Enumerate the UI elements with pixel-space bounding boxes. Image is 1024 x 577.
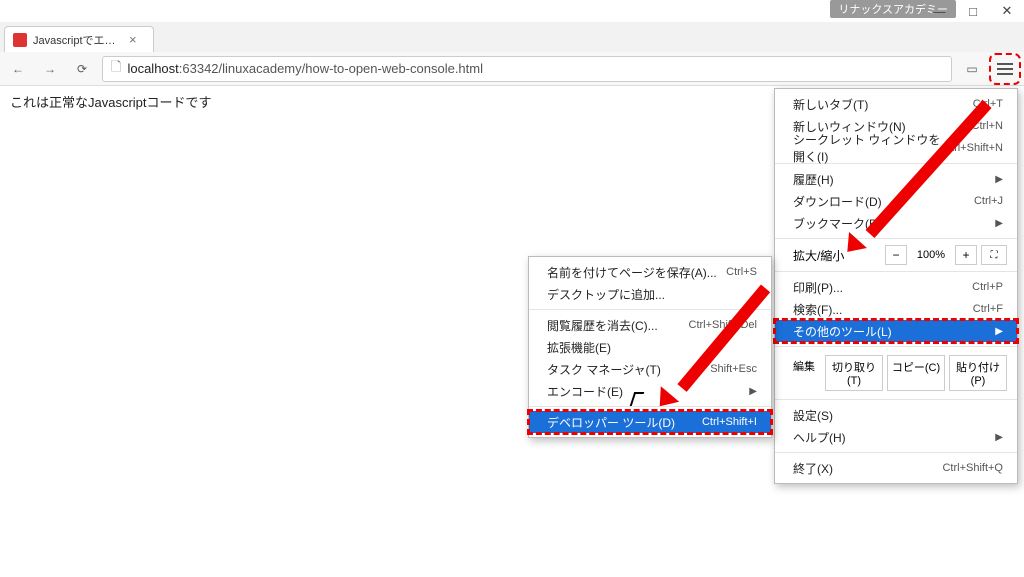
more-tools-submenu: 名前を付けてページを保存(A)...Ctrl+S デスクトップに追加... 閲覧… bbox=[528, 256, 772, 438]
submenu-clear-browsing[interactable]: 閲覧履歴を消去(C)...Ctrl+Shift+Del bbox=[529, 314, 771, 336]
cut-button[interactable]: 切り取り(T) bbox=[825, 355, 883, 391]
menu-bookmarks[interactable]: ブックマーク(B)▶ bbox=[775, 212, 1017, 234]
submenu-task-manager[interactable]: タスク マネージャ(T)Shift+Esc bbox=[529, 358, 771, 380]
url-path: :63342/linuxacademy/how-to-open-web-cons… bbox=[179, 61, 483, 76]
menu-history[interactable]: 履歴(H)▶ bbox=[775, 168, 1017, 190]
hamburger-icon bbox=[997, 68, 1013, 70]
zoom-value: 100% bbox=[911, 249, 951, 261]
menu-exit[interactable]: 終了(X)Ctrl+Shift+Q bbox=[775, 457, 1017, 479]
address-bar[interactable]: 🗋 localhost:63342/linuxacademy/how-to-op… bbox=[102, 56, 952, 82]
copy-button[interactable]: コピー(C) bbox=[887, 355, 945, 391]
fullscreen-button[interactable]: ⛶ bbox=[981, 245, 1007, 265]
menu-separator bbox=[529, 309, 771, 310]
zoom-label: 拡大/縮小 bbox=[793, 247, 881, 264]
menu-new-tab[interactable]: 新しいタブ(T)Ctrl+T bbox=[775, 93, 1017, 115]
url-host: localhost bbox=[127, 61, 178, 76]
tab-close-button[interactable]: × bbox=[129, 32, 137, 47]
paste-button[interactable]: 貼り付け(P) bbox=[949, 355, 1007, 391]
menu-more-tools[interactable]: その他のツール(L)▶ bbox=[775, 320, 1017, 342]
browser-tab[interactable]: Javascriptでエラーを表示する × bbox=[4, 26, 154, 52]
menu-settings[interactable]: 設定(S) bbox=[775, 404, 1017, 426]
main-menu: 新しいタブ(T)Ctrl+T 新しいウィンドウ(N)Ctrl+N シークレット … bbox=[774, 88, 1018, 484]
minimize-button[interactable]: — bbox=[922, 0, 956, 22]
page-info-icon[interactable]: 🗋 bbox=[111, 58, 121, 80]
tab-strip: Javascriptでエラーを表示する × bbox=[0, 22, 1024, 52]
close-window-button[interactable]: ✕ bbox=[990, 0, 1024, 22]
maximize-button[interactable]: □ bbox=[956, 0, 990, 22]
menu-separator bbox=[775, 238, 1017, 239]
reload-button[interactable]: ⟳ bbox=[70, 57, 94, 81]
submenu-add-desktop[interactable]: デスクトップに追加... bbox=[529, 283, 771, 305]
menu-incognito[interactable]: シークレット ウィンドウを開く(I)Ctrl+Shift+N bbox=[775, 137, 1017, 159]
submenu-save-as[interactable]: 名前を付けてページを保存(A)...Ctrl+S bbox=[529, 261, 771, 283]
browser-toolbar: ← → ⟳ 🗋 localhost:63342/linuxacademy/how… bbox=[0, 52, 1024, 86]
menu-print[interactable]: 印刷(P)...Ctrl+P bbox=[775, 276, 1017, 298]
main-menu-button[interactable] bbox=[992, 56, 1018, 82]
menu-zoom-row: 拡大/縮小 − 100% + ⛶ bbox=[775, 243, 1017, 267]
edit-label: 編集 bbox=[785, 355, 821, 391]
zoom-in-button[interactable]: + bbox=[955, 245, 977, 265]
menu-separator bbox=[775, 452, 1017, 453]
submenu-devtools[interactable]: デベロッパー ツール(D)Ctrl+Shift+I bbox=[529, 411, 771, 433]
menu-separator bbox=[775, 271, 1017, 272]
menu-downloads[interactable]: ダウンロード(D)Ctrl+J bbox=[775, 190, 1017, 212]
zoom-out-button[interactable]: − bbox=[885, 245, 907, 265]
submenu-encoding[interactable]: エンコード(E)▶ bbox=[529, 380, 771, 402]
menu-separator bbox=[775, 346, 1017, 347]
menu-help[interactable]: ヘルプ(H)▶ bbox=[775, 426, 1017, 448]
menu-separator bbox=[529, 406, 771, 407]
menu-edit-row: 編集 切り取り(T) コピー(C) 貼り付け(P) bbox=[775, 351, 1017, 395]
window-controls: — □ ✕ bbox=[922, 0, 1024, 22]
tab-title: Javascriptでエラーを表示する bbox=[33, 32, 123, 48]
back-button[interactable]: ← bbox=[6, 57, 30, 81]
forward-button[interactable]: → bbox=[38, 57, 62, 81]
menu-find[interactable]: 検索(F)...Ctrl+F bbox=[775, 298, 1017, 320]
menu-separator bbox=[775, 399, 1017, 400]
favicon-icon bbox=[13, 33, 27, 47]
submenu-extensions[interactable]: 拡張機能(E) bbox=[529, 336, 771, 358]
device-toggle-icon[interactable]: ▭ bbox=[960, 57, 984, 81]
